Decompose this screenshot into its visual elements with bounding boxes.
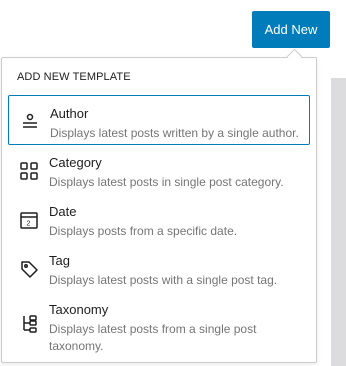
menu-item-description: Displays latest posts written by a singl… xyxy=(50,126,299,140)
menu-item-title: Date xyxy=(49,204,77,219)
menu-item-title: Taxonomy xyxy=(49,302,109,317)
menu-item-title: Tag xyxy=(49,253,70,268)
menu-item-description: Displays posts from a specific date. xyxy=(49,224,238,238)
date-icon: 2 xyxy=(18,209,40,231)
tag-icon xyxy=(18,258,40,280)
taxonomy-icon xyxy=(18,313,40,335)
menu-item-title: Author xyxy=(50,106,89,121)
category-icon xyxy=(18,160,40,182)
add-new-button[interactable]: Add New xyxy=(252,11,330,48)
menu-item-tag[interactable]: Tag Displays latest posts with a single … xyxy=(8,243,310,293)
popover-heading: ADD NEW TEMPLATE xyxy=(17,71,131,83)
author-icon xyxy=(19,111,41,133)
svg-text:2: 2 xyxy=(27,221,31,228)
menu-item-date[interactable]: 2 Date Displays posts from a specific da… xyxy=(8,194,310,244)
menu-item-taxonomy[interactable]: Taxonomy Displays latest posts from a si… xyxy=(8,292,310,354)
menu-item-description: Displays latest posts from a single post… xyxy=(49,322,257,353)
menu-item-description: Displays latest posts with a single post… xyxy=(49,273,278,287)
menu-item-title: Category xyxy=(49,155,102,170)
page: Add New ADD NEW TEMPLATE Author Displays… xyxy=(0,0,346,366)
menu-item-description: Displays latest posts in single post cat… xyxy=(49,175,284,189)
menu-item-author[interactable]: Author Displays latest posts written by … xyxy=(8,95,310,145)
background-panel xyxy=(331,78,346,366)
menu-item-category[interactable]: Category Displays latest posts in single… xyxy=(8,145,310,195)
